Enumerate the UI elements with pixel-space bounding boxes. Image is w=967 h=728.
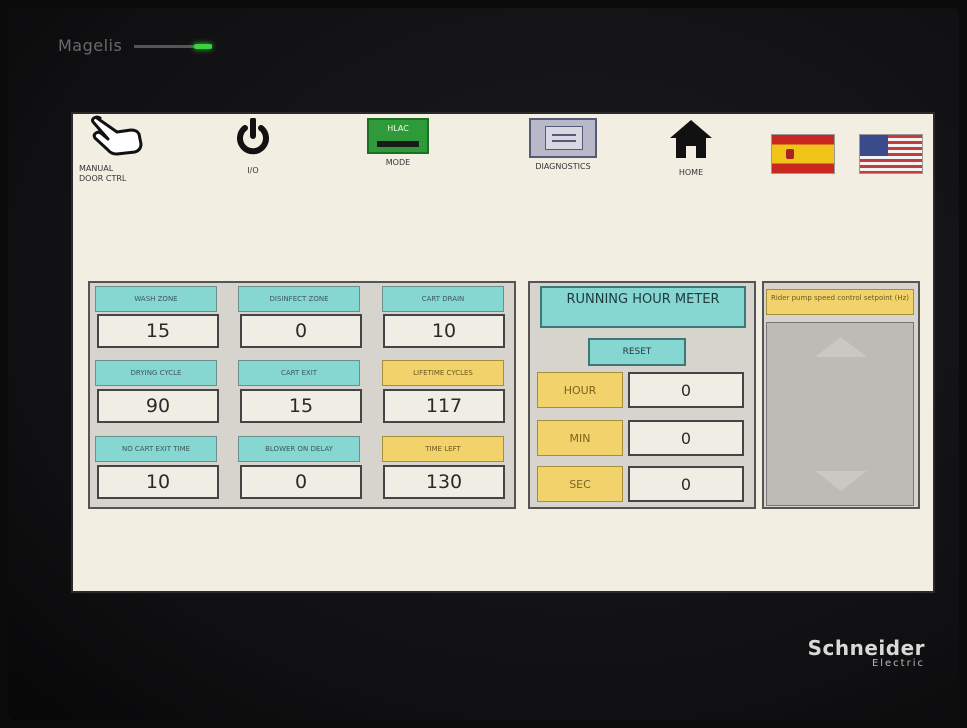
us-flag-icon	[860, 135, 888, 156]
blower-on-delay-label: BLOWER ON DELAY	[238, 436, 360, 462]
time-left-value: 130	[383, 465, 505, 499]
wash-zone-label: WASH ZONE	[95, 286, 217, 312]
home-button[interactable]: HOME	[661, 118, 721, 178]
spanish-flag-button[interactable]	[771, 134, 835, 174]
mode-label: MODE	[385, 158, 411, 167]
hour-label: HOUR	[537, 372, 623, 408]
status-led	[193, 44, 212, 49]
status-bar	[133, 44, 212, 49]
diagnostics-label: DIAGNOSTICS	[535, 162, 591, 171]
no-cart-exit-time-label: NO CART EXIT TIME	[95, 436, 217, 462]
no-cart-exit-time-value[interactable]: 10	[97, 465, 219, 499]
sec-value: 0	[628, 466, 744, 502]
mode-slot	[377, 141, 419, 147]
arrow-up-icon[interactable]	[815, 337, 867, 357]
diagnostics-icon	[529, 118, 597, 158]
power-icon	[237, 117, 269, 155]
blower-on-delay-value[interactable]: 0	[240, 465, 362, 499]
diagnostics-icon-screen	[545, 126, 583, 150]
min-label: MIN	[537, 420, 623, 456]
drying-cycle-label: DRYING CYCLE	[95, 360, 217, 386]
io-button[interactable]: I/O	[223, 117, 283, 176]
bottom-brand-name: Schneider	[807, 636, 925, 660]
disinfect-zone-label: DISINFECT ZONE	[238, 286, 360, 312]
setpoint-label: Rider pump speed control setpoint (Hz)	[766, 289, 914, 315]
cart-drain-value[interactable]: 10	[383, 314, 505, 348]
cart-exit-value[interactable]: 15	[240, 389, 362, 423]
us-flag-button[interactable]	[859, 134, 923, 174]
mode-indicator: HLAC	[367, 118, 429, 154]
time-left-label: TIME LEFT	[382, 436, 504, 462]
mode-button-text: HLAC	[387, 124, 409, 133]
home-label: HOME	[678, 168, 704, 177]
io-label: I/O	[247, 166, 259, 175]
top-brand-text: Magelis	[58, 36, 123, 55]
spanish-flag-icon	[786, 149, 794, 159]
arrow-down-icon[interactable]	[815, 471, 867, 491]
setpoint-slider[interactable]	[766, 322, 914, 506]
mode-button[interactable]: HLAC MODE	[363, 118, 433, 168]
bottom-brand: Schneider Electric	[808, 636, 925, 669]
sec-label: SEC	[537, 466, 623, 502]
hour-value: 0	[628, 372, 744, 408]
hour-meter-title: RUNNING HOUR METER	[540, 286, 746, 328]
manual-door-label: MANUAL DOOR CTRL	[79, 164, 127, 183]
lifetime-cycles-value: 117	[383, 389, 505, 423]
cart-exit-label: CART EXIT	[238, 360, 360, 386]
manual-door-ctrl-button[interactable]: MANUAL DOOR CTRL	[79, 114, 153, 184]
drying-cycle-value[interactable]: 90	[97, 389, 219, 423]
min-value: 0	[628, 420, 744, 456]
lifetime-cycles-label: LIFETIME CYCLES	[382, 360, 504, 386]
reset-button[interactable]: RESET	[588, 338, 686, 366]
hand-pointer-icon	[91, 115, 143, 156]
home-icon	[670, 120, 712, 158]
diagnostics-button[interactable]: DIAGNOSTICS	[513, 118, 613, 172]
wash-zone-value[interactable]: 15	[97, 314, 219, 348]
disinfect-zone-value[interactable]: 0	[240, 314, 362, 348]
cart-drain-label: CART DRAIN	[382, 286, 504, 312]
top-brand: Magelis	[58, 36, 212, 55]
